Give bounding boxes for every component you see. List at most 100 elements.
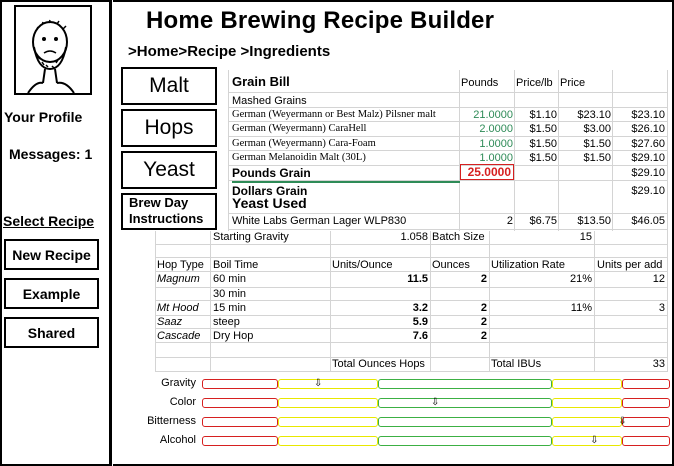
meter-segment <box>622 379 670 389</box>
hop-row-type[interactable]: Saaz <box>157 316 182 328</box>
meter-segment <box>278 436 378 446</box>
total-ibus-value: 33 <box>652 358 665 370</box>
hop-row-per-add: 3 <box>658 302 665 314</box>
hop-row-ounces[interactable]: 2 <box>440 330 487 342</box>
avatar[interactable] <box>14 5 92 95</box>
yeast-total: $46.05 <box>631 215 665 227</box>
grain-bill-title: Grain Bill <box>232 74 290 89</box>
meter-segment <box>552 417 622 427</box>
breadcrumb[interactable]: >Home>Recipe >Ingredients <box>128 43 330 60</box>
meter-pointer-icon: ⇩ <box>590 435 599 446</box>
grain-row-price-lb: $1.50 <box>529 152 557 164</box>
grain-row-price-lb: $1.50 <box>529 138 557 150</box>
meter-bar-gravity: ⇩ <box>202 379 670 389</box>
starting-gravity-label: Starting Gravity <box>213 231 289 243</box>
meter-label-color: Color <box>169 396 196 408</box>
tab-brew-line2: Instructions <box>129 211 204 226</box>
total-ibus-label: Total IBUs <box>491 358 542 370</box>
tab-brew-line1: Brew Day <box>129 195 189 210</box>
hop-header-ounces: Ounces <box>432 259 470 271</box>
your-profile-link[interactable]: Your Profile <box>4 109 82 125</box>
hop-row-ounces[interactable]: 2 <box>440 273 487 285</box>
pounds-grain-total: $29.10 <box>631 167 665 179</box>
hop-row-type[interactable]: Mt Hood <box>157 302 199 314</box>
grain-row-name: German (Weyermann) CaraHell <box>232 123 367 134</box>
new-recipe-button[interactable]: New Recipe <box>4 239 99 270</box>
shared-button[interactable]: Shared <box>4 317 99 348</box>
hop-row-type[interactable]: Magnum <box>157 273 200 285</box>
hop-row-ounces[interactable]: 2 <box>440 302 487 314</box>
meter-pointer-icon: ⇩ <box>431 397 440 408</box>
meter-segment <box>202 436 278 446</box>
grain-row-total: $23.10 <box>631 109 665 121</box>
yeast-price: $13.50 <box>577 215 611 227</box>
avatar-sketch-icon <box>27 19 75 94</box>
grain-row-price: $1.50 <box>583 138 611 150</box>
meter-segment <box>378 398 552 408</box>
batch-size-value[interactable]: 15 <box>540 231 592 243</box>
grain-row-total: $26.10 <box>631 123 665 135</box>
grain-row-price: $23.10 <box>577 109 611 121</box>
grain-row-total: $27.60 <box>631 138 665 150</box>
meter-segment <box>278 417 378 427</box>
total-ounces-hops-label: Total Ounces Hops <box>332 358 425 370</box>
yeast-used-label: Yeast Used <box>232 195 307 211</box>
grain-row-price: $3.00 <box>583 123 611 135</box>
hop-row-time[interactable]: 15 min <box>213 302 246 314</box>
meter-segment <box>202 379 278 389</box>
header-price-lb: Price/lb <box>516 77 553 89</box>
hop-row-ounces[interactable]: 2 <box>440 316 487 328</box>
meter-segment <box>278 398 378 408</box>
meter-bar-bitterness: ⇩ <box>202 417 670 427</box>
meter-bar-color: ⇩ <box>202 398 670 408</box>
grain-row-pounds[interactable]: 2.0000 <box>460 123 513 135</box>
meter-segment <box>202 398 278 408</box>
hop-row-time[interactable]: steep <box>213 316 240 328</box>
grain-row-price-lb: $1.50 <box>529 123 557 135</box>
starting-gravity-value: 1.058 <box>400 231 428 243</box>
example-button[interactable]: Example <box>4 278 99 309</box>
meter-label-alcohol: Alcohol <box>159 434 196 446</box>
hop-row-type[interactable]: Cascade <box>157 330 200 342</box>
grain-row-pounds[interactable]: 1.0000 <box>460 152 513 164</box>
yeast-name[interactable]: White Labs German Lager WLP830 <box>232 215 406 227</box>
grain-row-price-lb: $1.10 <box>529 109 557 121</box>
meter-pointer-icon: ⇩ <box>314 378 323 389</box>
hop-header-utilization: Utilization Rate <box>491 259 565 271</box>
meter-segment <box>378 379 552 389</box>
header-pounds: Pounds <box>461 77 499 89</box>
meter-segment <box>278 379 378 389</box>
page-title: Home Brewing Recipe Builder <box>146 7 495 34</box>
meter-bar-alcohol: ⇩ <box>202 436 670 446</box>
hop-row-units: 3.2 <box>412 302 428 314</box>
hop-row-time[interactable]: Dry Hop <box>213 330 253 342</box>
meter-label-gravity: Gravity <box>161 377 196 389</box>
grain-row-name: German (Weyermann) Cara-Foam <box>232 138 376 149</box>
hop-row-time[interactable]: 30 min <box>213 288 246 300</box>
yeast-price-each: $6.75 <box>529 215 557 227</box>
grain-row-pounds[interactable]: 1.0000 <box>460 138 513 150</box>
meter-segment <box>378 436 552 446</box>
hop-header-units-ounce: Units/Ounce <box>332 259 393 271</box>
pounds-grain-label: Pounds Grain <box>232 166 311 180</box>
messages-link[interactable]: Messages: 1 <box>9 146 92 162</box>
hop-row-units: 7.6 <box>412 330 428 342</box>
select-recipe-heading: Select Recipe <box>3 213 95 229</box>
meter-segment <box>622 417 670 427</box>
meter-segment <box>378 417 552 427</box>
hop-row-units: 11.5 <box>407 273 428 285</box>
tab-yeast[interactable]: Yeast <box>121 151 217 189</box>
meter-segment <box>622 398 670 408</box>
yeast-qty[interactable]: 2 <box>460 215 513 227</box>
meter-segment <box>552 398 622 408</box>
hop-row-units: 5.9 <box>412 316 428 328</box>
meter-segment <box>552 379 622 389</box>
grain-row-name: German (Weyermann or Best Malz) Pilsner … <box>232 109 436 120</box>
grain-row-total: $29.10 <box>631 152 665 164</box>
tab-brew-day-instructions[interactable]: Brew Day Instructions <box>121 193 217 230</box>
tab-hops[interactable]: Hops <box>121 109 217 147</box>
grain-row-pounds[interactable]: 21.0000 <box>460 109 513 121</box>
hop-header-boil-time: Boil Time <box>213 259 259 271</box>
hop-row-time[interactable]: 60 min <box>213 273 246 285</box>
tab-malt[interactable]: Malt <box>121 67 217 105</box>
